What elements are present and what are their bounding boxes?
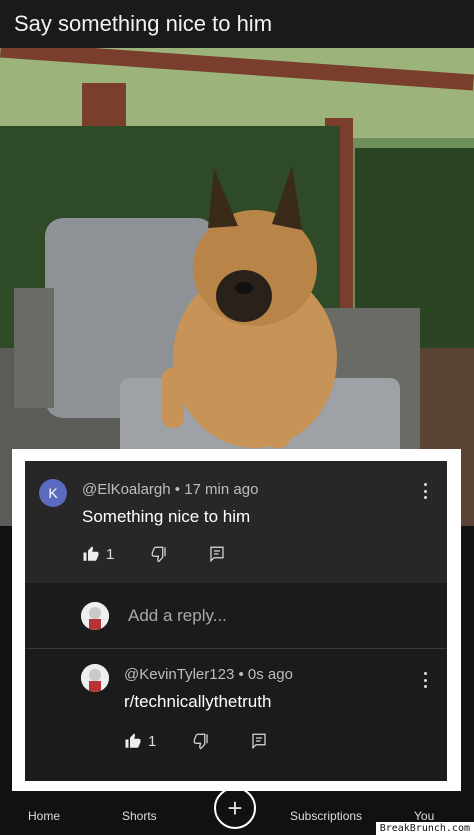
dislike-button[interactable]: [150, 545, 168, 563]
watermark: BreakBrunch.com: [375, 822, 474, 835]
comment-meta: @ElKoalargh • 17 min ago: [82, 481, 258, 498]
avatar-letter: K: [48, 485, 58, 501]
nav-you[interactable]: You: [414, 809, 434, 823]
reply-author[interactable]: @KevinTyler123: [124, 666, 234, 683]
post-title-text: Say something nice to him: [14, 11, 273, 36]
nav-create[interactable]: +: [214, 787, 256, 829]
nav-subscriptions[interactable]: Subscriptions: [290, 809, 362, 823]
nav-home[interactable]: Home: [28, 809, 60, 823]
nav-you-label: You: [414, 809, 435, 823]
nav-shorts-label: Shorts: [122, 809, 157, 823]
reply-like-count: 1: [148, 732, 157, 750]
nav-shorts[interactable]: Shorts: [122, 809, 157, 823]
thumbs-down-icon: [151, 546, 166, 563]
reply-avatar[interactable]: [81, 664, 109, 692]
more-vert-icon[interactable]: [423, 672, 427, 688]
reply-meta: @KevinTyler123 • 0s ago: [124, 666, 293, 683]
reply-actions: 1: [124, 732, 268, 750]
user-avatar-icon: [81, 602, 109, 630]
add-reply-input[interactable]: Add a reply...: [128, 606, 227, 626]
reply-comment: @KevinTyler123 • 0s ago r/technicallythe…: [25, 650, 447, 781]
comment-actions: 1: [82, 545, 226, 563]
thumbs-up-icon: [83, 546, 99, 561]
reply-reply-button[interactable]: [250, 732, 268, 750]
reply-icon: [210, 546, 224, 563]
divider: [25, 648, 447, 649]
reply-time: 0s ago: [247, 666, 293, 683]
reply-button[interactable]: [208, 545, 226, 563]
post-title: Say something nice to him: [0, 0, 474, 48]
like-button[interactable]: 1: [82, 545, 114, 563]
nav-subscriptions-label: Subscriptions: [290, 809, 363, 823]
reply-dislike-button[interactable]: [192, 732, 210, 750]
user-avatar: [81, 602, 109, 630]
meta-separator: •: [238, 666, 248, 683]
plus-icon: +: [227, 792, 243, 823]
meta-separator: •: [174, 481, 185, 498]
comment: K @ElKoalargh • 17 min ago Something nic…: [25, 461, 447, 583]
comment-text: Something nice to him: [82, 507, 251, 526]
more-vert-icon[interactable]: [423, 483, 427, 499]
thumbs-up-icon: [125, 733, 141, 748]
reply-text: r/technicallythetruth: [124, 692, 272, 711]
like-count: 1: [106, 545, 115, 563]
comment-time: 17 min ago: [184, 481, 259, 498]
reply-like-button[interactable]: 1: [124, 732, 156, 750]
reply-icon: [252, 733, 266, 750]
add-reply-row[interactable]: Add a reply...: [25, 590, 447, 642]
comment-author[interactable]: @ElKoalargh: [82, 481, 171, 498]
thumbs-down-icon: [193, 733, 208, 750]
reply-avatar-icon: [81, 664, 109, 692]
commenter-avatar[interactable]: K: [39, 479, 67, 507]
nav-home-label: Home: [28, 809, 61, 823]
